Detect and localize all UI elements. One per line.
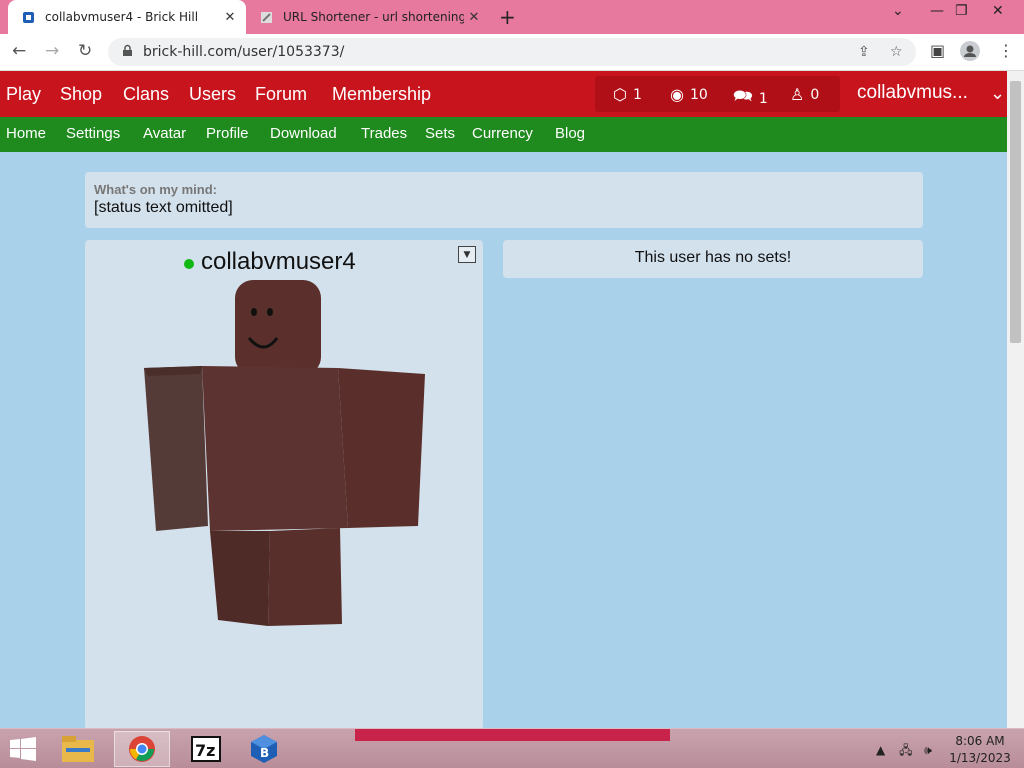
close-tab-icon[interactable]: ✕ <box>220 10 240 25</box>
restore-icon[interactable]: ❐ <box>955 3 968 19</box>
friend-requests-count: 0 <box>810 86 820 103</box>
scrollbar-thumb[interactable] <box>1010 81 1021 343</box>
link-favicon-icon <box>260 11 273 24</box>
more-menu-icon[interactable]: ⋮ <box>998 41 1014 60</box>
profile-menu-dropdown-icon[interactable]: ▼ <box>458 246 476 263</box>
tab-search-chevron-icon[interactable]: ⌄ <box>892 3 904 19</box>
page-scrollbar[interactable] <box>1007 71 1024 728</box>
account-username[interactable]: collabvmus... <box>857 82 968 104</box>
chrome-icon[interactable] <box>114 731 170 767</box>
main-nav: Play Shop Clans Users Forum Membership ⬡… <box>0 71 1007 117</box>
subnav-profile[interactable]: Profile <box>206 125 249 142</box>
share-icon[interactable]: ⇪ <box>858 44 870 60</box>
subnav-blog[interactable]: Blog <box>555 125 585 142</box>
status-card: What's on my mind: [status text omitted] <box>85 172 923 228</box>
brick-hill-app-icon[interactable]: B <box>236 731 292 767</box>
bricks-count: 1 <box>632 86 642 103</box>
tab-url-shortener[interactable]: URL Shortener - url shortening s ✕ <box>250 0 490 34</box>
sets-empty-message: This user has no sets! <box>503 240 923 278</box>
address-bar[interactable]: brick-hill.com/user/1053373/ ⇪ ☆ <box>108 38 916 66</box>
chevron-up-icon[interactable]: ▲ <box>876 743 885 757</box>
profile-icon[interactable] <box>960 41 980 65</box>
chevron-down-icon[interactable]: ⌄ <box>990 83 1005 104</box>
currency-stats: ⬡ 1 ◉ 10 🗪 1 ♙ 0 <box>595 76 840 112</box>
side-panel-icon[interactable]: ▣ <box>930 41 945 60</box>
bits-count: 10 <box>689 86 708 103</box>
tab-title: collabvmuser4 - Brick Hill <box>45 10 199 24</box>
brick-hill-favicon-icon <box>22 11 35 24</box>
nav-shop[interactable]: Shop <box>60 84 102 105</box>
messages-count: 1 <box>758 90 768 107</box>
close-window-icon[interactable]: ✕ <box>992 3 1004 19</box>
subnav-sets[interactable]: Sets <box>425 125 455 142</box>
system-tray: ▲ 🖧 🕪 <box>876 741 932 762</box>
reload-icon[interactable]: ↻ <box>78 41 92 61</box>
volume-icon[interactable]: 🕪 <box>924 743 932 757</box>
browser-tab-strip: collabvmuser4 - Brick Hill ✕ URL Shorten… <box>0 0 1024 34</box>
close-tab-icon[interactable]: ✕ <box>464 10 484 25</box>
network-icon[interactable]: 🖧 <box>899 743 912 757</box>
bricks-stat[interactable]: ⬡ 1 <box>613 85 642 104</box>
subnav-currency[interactable]: Currency <box>472 125 533 142</box>
browser-toolbar: ← → ↻ brick-hill.com/user/1053373/ ⇪ ☆ ▣… <box>0 34 1024 71</box>
svg-text:B: B <box>260 746 269 760</box>
tab-title: URL Shortener - url shortening s <box>283 10 464 24</box>
avatar-render <box>140 278 430 634</box>
url-text: brick-hill.com/user/1053373/ <box>143 44 345 60</box>
new-tab-button[interactable]: + <box>499 5 516 29</box>
bookmark-star-icon[interactable]: ☆ <box>890 44 903 60</box>
nav-users[interactable]: Users <box>189 84 236 105</box>
windows-taskbar: 7z B ▲ 🖧 🕪 8:06 AM 1/13/2023 <box>0 728 1024 768</box>
sub-nav: Home Settings Avatar Profile Download Tr… <box>0 117 1007 152</box>
7zip-icon[interactable]: 7z <box>178 731 234 767</box>
bits-icon: ◉ <box>670 85 684 104</box>
svg-text:7z: 7z <box>195 741 215 760</box>
profile-username: collabvmuser4 <box>201 248 356 275</box>
forward-icon[interactable]: → <box>45 41 59 61</box>
taskbar-decoration <box>355 729 670 741</box>
messages-stat[interactable]: 🗪 1 <box>733 85 768 112</box>
lock-icon[interactable] <box>122 44 133 61</box>
nav-membership[interactable]: Membership <box>332 84 431 105</box>
subnav-home[interactable]: Home <box>6 125 46 142</box>
profile-card: collabvmuser4 ▼ <box>85 240 483 730</box>
file-explorer-icon[interactable] <box>50 731 106 767</box>
tab-brick-hill[interactable]: collabvmuser4 - Brick Hill ✕ <box>8 0 246 34</box>
status-label: What's on my mind: <box>94 182 217 197</box>
nav-play[interactable]: Play <box>6 84 41 105</box>
nav-forum[interactable]: Forum <box>255 84 307 105</box>
bits-stat[interactable]: ◉ 10 <box>670 85 708 104</box>
minimize-icon[interactable]: — <box>930 3 944 19</box>
back-icon[interactable]: ← <box>12 41 26 61</box>
messages-icon: 🗪 <box>733 86 753 105</box>
subnav-trades[interactable]: Trades <box>361 125 407 142</box>
user-icon: ♙ <box>790 85 805 104</box>
online-indicator <box>184 259 194 269</box>
subnav-download[interactable]: Download <box>270 125 337 142</box>
clock-time[interactable]: 8:06 AM <box>940 734 1020 748</box>
subnav-settings[interactable]: Settings <box>66 125 120 142</box>
brick-icon: ⬡ <box>613 85 627 104</box>
friend-requests-stat[interactable]: ♙ 0 <box>790 85 819 104</box>
nav-clans[interactable]: Clans <box>123 84 169 105</box>
status-text: [status text omitted] <box>94 199 233 216</box>
windows-start-icon[interactable] <box>10 737 36 767</box>
subnav-avatar[interactable]: Avatar <box>143 125 186 142</box>
clock-date[interactable]: 1/13/2023 <box>940 751 1020 765</box>
